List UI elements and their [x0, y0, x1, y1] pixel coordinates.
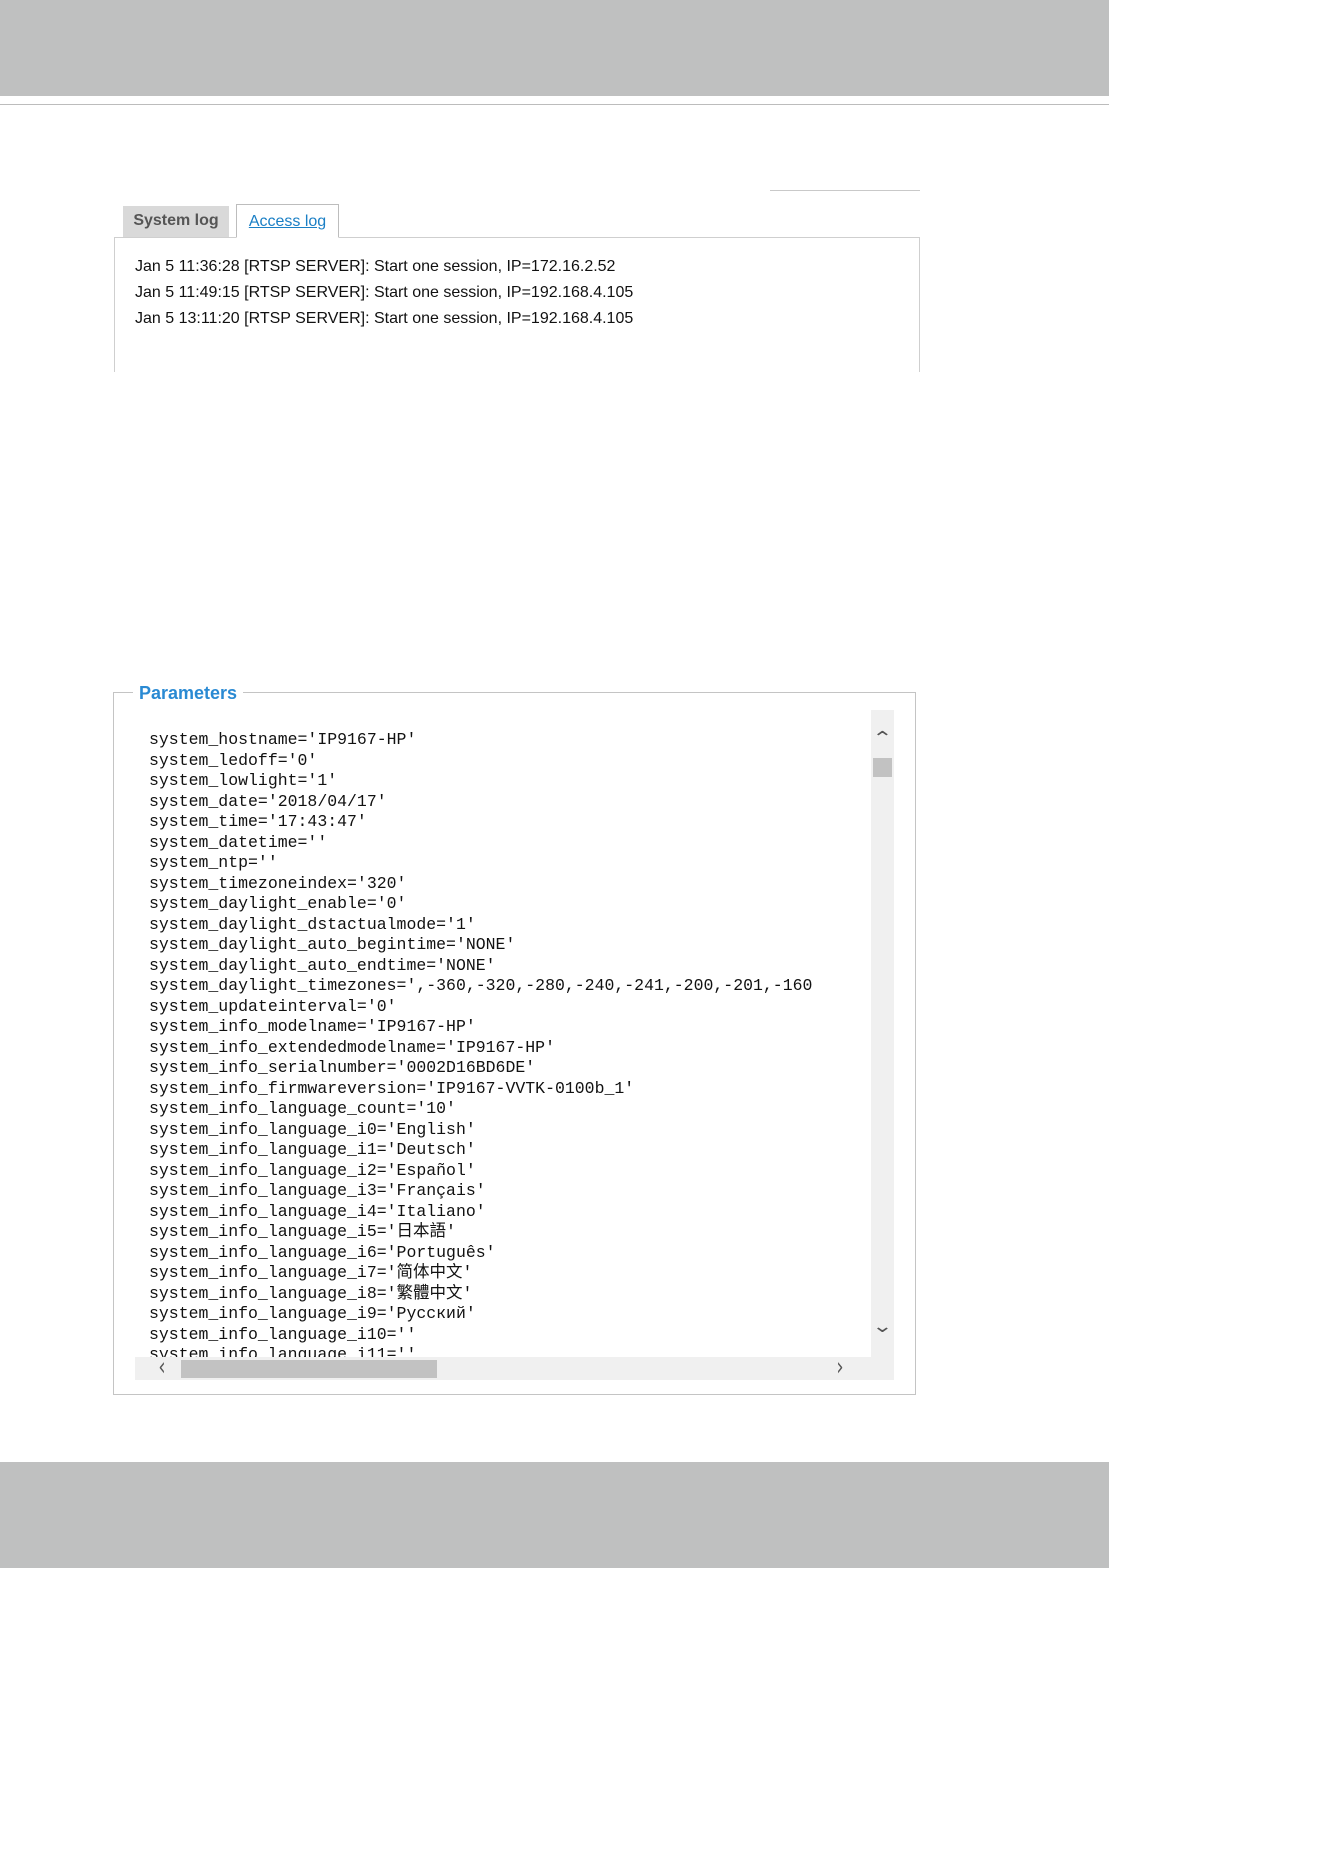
- parameter-line: system_info_language_i9='Русский': [149, 1304, 476, 1323]
- parameter-line: system_info_modelname='IP9167-HP': [149, 1017, 476, 1036]
- parameter-line: system_info_language_i0='English': [149, 1119, 476, 1139]
- parameter-line: system_info_language_count='10': [149, 1099, 456, 1118]
- parameter-line: system_info_language_i4='Italiano': [149, 1201, 486, 1221]
- cropped-edge-fragment: [770, 190, 920, 192]
- log-entry: Jan 5 11:36:28 [RTSP SERVER]: Start one …: [135, 258, 616, 275]
- parameters-text-area[interactable]: system_hostname='IP9167-HP' system_ledof…: [135, 710, 871, 1357]
- scrollbar-corner: [871, 1357, 894, 1380]
- parameters-list: system_hostname='IP9167-HP' system_ledof…: [149, 730, 812, 1357]
- tab-access-log-label: Access log: [248, 213, 327, 230]
- parameter-line: system_daylight_enable='0': [149, 894, 407, 913]
- chevron-down-icon[interactable]: ⌄: [866, 1318, 894, 1336]
- parameter-line: system_info_language_i6='Português': [149, 1242, 496, 1262]
- parameter-line: system_timezoneindex='320': [149, 873, 407, 893]
- parameter-line: system_hostname='IP9167-HP': [149, 730, 417, 749]
- footer-band: [0, 1462, 1109, 1568]
- tab-system-log[interactable]: System log: [123, 206, 229, 237]
- parameter-line: system_datetime='': [149, 832, 328, 852]
- parameter-line: system_info_language_i10='': [149, 1324, 417, 1344]
- horizontal-scrollbar[interactable]: ‹ ›: [135, 1355, 871, 1380]
- parameter-line: system_daylight_auto_begintime='NONE': [149, 935, 516, 954]
- parameter-line: system_lowlight='1': [149, 771, 338, 790]
- parameter-line: system_daylight_auto_endtime='NONE': [149, 955, 496, 975]
- access-log-panel: Jan 5 11:36:28 [RTSP SERVER]: Start one …: [114, 237, 920, 372]
- parameter-line: system_daylight_timezones=',-360,-320,-2…: [149, 976, 813, 995]
- parameters-legend: Parameters: [133, 682, 244, 704]
- parameter-line: system_info_serialnumber='0002D16BD6DE': [149, 1058, 536, 1077]
- parameter-line: system_ntp='': [149, 853, 278, 872]
- header-band: [0, 0, 1109, 96]
- parameter-line: system_info_extendedmodelname='IP9167-HP…: [149, 1037, 555, 1057]
- parameter-line: system_updateinterval='0': [149, 996, 397, 1016]
- parameter-line: system_info_language_i1='Deutsch': [149, 1140, 476, 1159]
- parameters-viewer[interactable]: system_hostname='IP9167-HP' system_ledof…: [135, 710, 894, 1380]
- parameter-line: system_date='2018/04/17': [149, 791, 387, 811]
- parameter-line: system_info_language_i5='日本語': [149, 1222, 456, 1241]
- horizontal-scroll-thumb[interactable]: [181, 1360, 437, 1378]
- vertical-scrollbar[interactable]: ⌃ ⌄: [871, 710, 894, 1357]
- chevron-up-icon[interactable]: ⌃: [866, 730, 894, 748]
- parameter-line: system_daylight_dstactualmode='1': [149, 914, 476, 934]
- parameter-line: system_info_language_i2='Español': [149, 1160, 476, 1180]
- log-entry: Jan 5 13:11:20 [RTSP SERVER]: Start one …: [135, 310, 634, 327]
- parameter-line: system_info_language_i3='Français': [149, 1181, 486, 1200]
- tab-access-log[interactable]: Access log: [236, 204, 339, 238]
- chevron-right-icon[interactable]: ›: [831, 1355, 849, 1380]
- parameter-line: system_info_firmwareversion='IP9167-VVTK…: [149, 1078, 635, 1098]
- parameter-line: system_info_language_i8='繁體中文': [149, 1283, 473, 1303]
- access-log-list: Jan 5 11:36:28 [RTSP SERVER]: Start one …: [135, 256, 633, 334]
- parameter-line: system_info_language_i11='': [149, 1345, 417, 1357]
- parameter-line: system_info_language_i7='简体中文': [149, 1263, 473, 1282]
- chevron-left-icon[interactable]: ‹: [153, 1355, 171, 1380]
- parameter-line: system_time='17:43:47': [149, 812, 367, 831]
- vertical-scroll-thumb[interactable]: [873, 758, 892, 777]
- log-entry: Jan 5 11:49:15 [RTSP SERVER]: Start one …: [135, 284, 634, 301]
- parameter-line: system_ledoff='0': [149, 750, 318, 770]
- header-divider: [0, 104, 1109, 105]
